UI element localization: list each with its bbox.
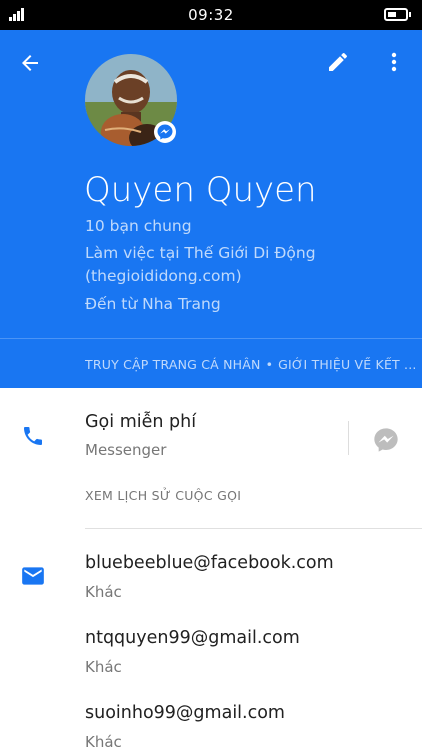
email-type: Khác <box>85 733 122 751</box>
free-call-button[interactable]: Gọi miễn phí <box>85 412 196 432</box>
pencil-icon <box>329 52 348 71</box>
call-app-label: Messenger <box>85 441 167 459</box>
messenger-bolt-icon <box>157 124 173 140</box>
more-options-button[interactable] <box>376 44 412 80</box>
edit-button[interactable] <box>320 44 356 80</box>
call-history-link[interactable]: XEM LỊCH SỬ CUỘC GỌI <box>85 488 241 503</box>
back-button[interactable] <box>12 45 48 81</box>
messenger-call-button[interactable] <box>370 424 402 456</box>
vertical-dots-icon <box>391 52 397 72</box>
phone-icon <box>20 423 46 449</box>
arrow-left-icon <box>22 55 38 71</box>
visit-profile-link[interactable]: TRUY CẬP TRANG CÁ NHÂN <box>85 357 261 372</box>
work-text: Làm việc tại Thế Giới Di Động <box>85 244 316 262</box>
messenger-badge <box>154 121 176 143</box>
email-type: Khác <box>85 583 122 601</box>
mutual-friends-text: 10 bạn chung <box>85 217 192 235</box>
messenger-icon <box>374 428 398 452</box>
profile-header: Quyen Quyen 10 bạn chung Làm việc tại Th… <box>0 30 422 388</box>
email-address[interactable]: bluebeeblue@facebook.com <box>85 553 334 573</box>
status-bar: 09:32 <box>0 0 422 30</box>
battery-icon <box>384 8 411 21</box>
call-divider <box>348 421 349 455</box>
mail-icon <box>20 563 46 589</box>
link-separator: • <box>265 357 274 372</box>
email-address[interactable]: suoinho99@gmail.com <box>85 703 285 723</box>
hometown-text: Đến từ Nha Trang <box>85 295 221 313</box>
about-connection-link[interactable]: GIỚI THIỆU VỀ KẾT ... <box>278 357 416 372</box>
header-action-links: TRUY CẬP TRANG CÁ NHÂN • GIỚI THIỆU VỀ KẾT… <box>85 357 422 372</box>
profile-name: Quyen Quyen <box>84 170 317 210</box>
work-text-continued: (thegioididong.com) <box>85 267 242 285</box>
header-divider <box>0 338 422 339</box>
email-type: Khác <box>85 658 122 676</box>
status-time: 09:32 <box>188 6 234 24</box>
section-divider <box>85 528 422 529</box>
email-address[interactable]: ntqquyen99@gmail.com <box>85 628 300 648</box>
